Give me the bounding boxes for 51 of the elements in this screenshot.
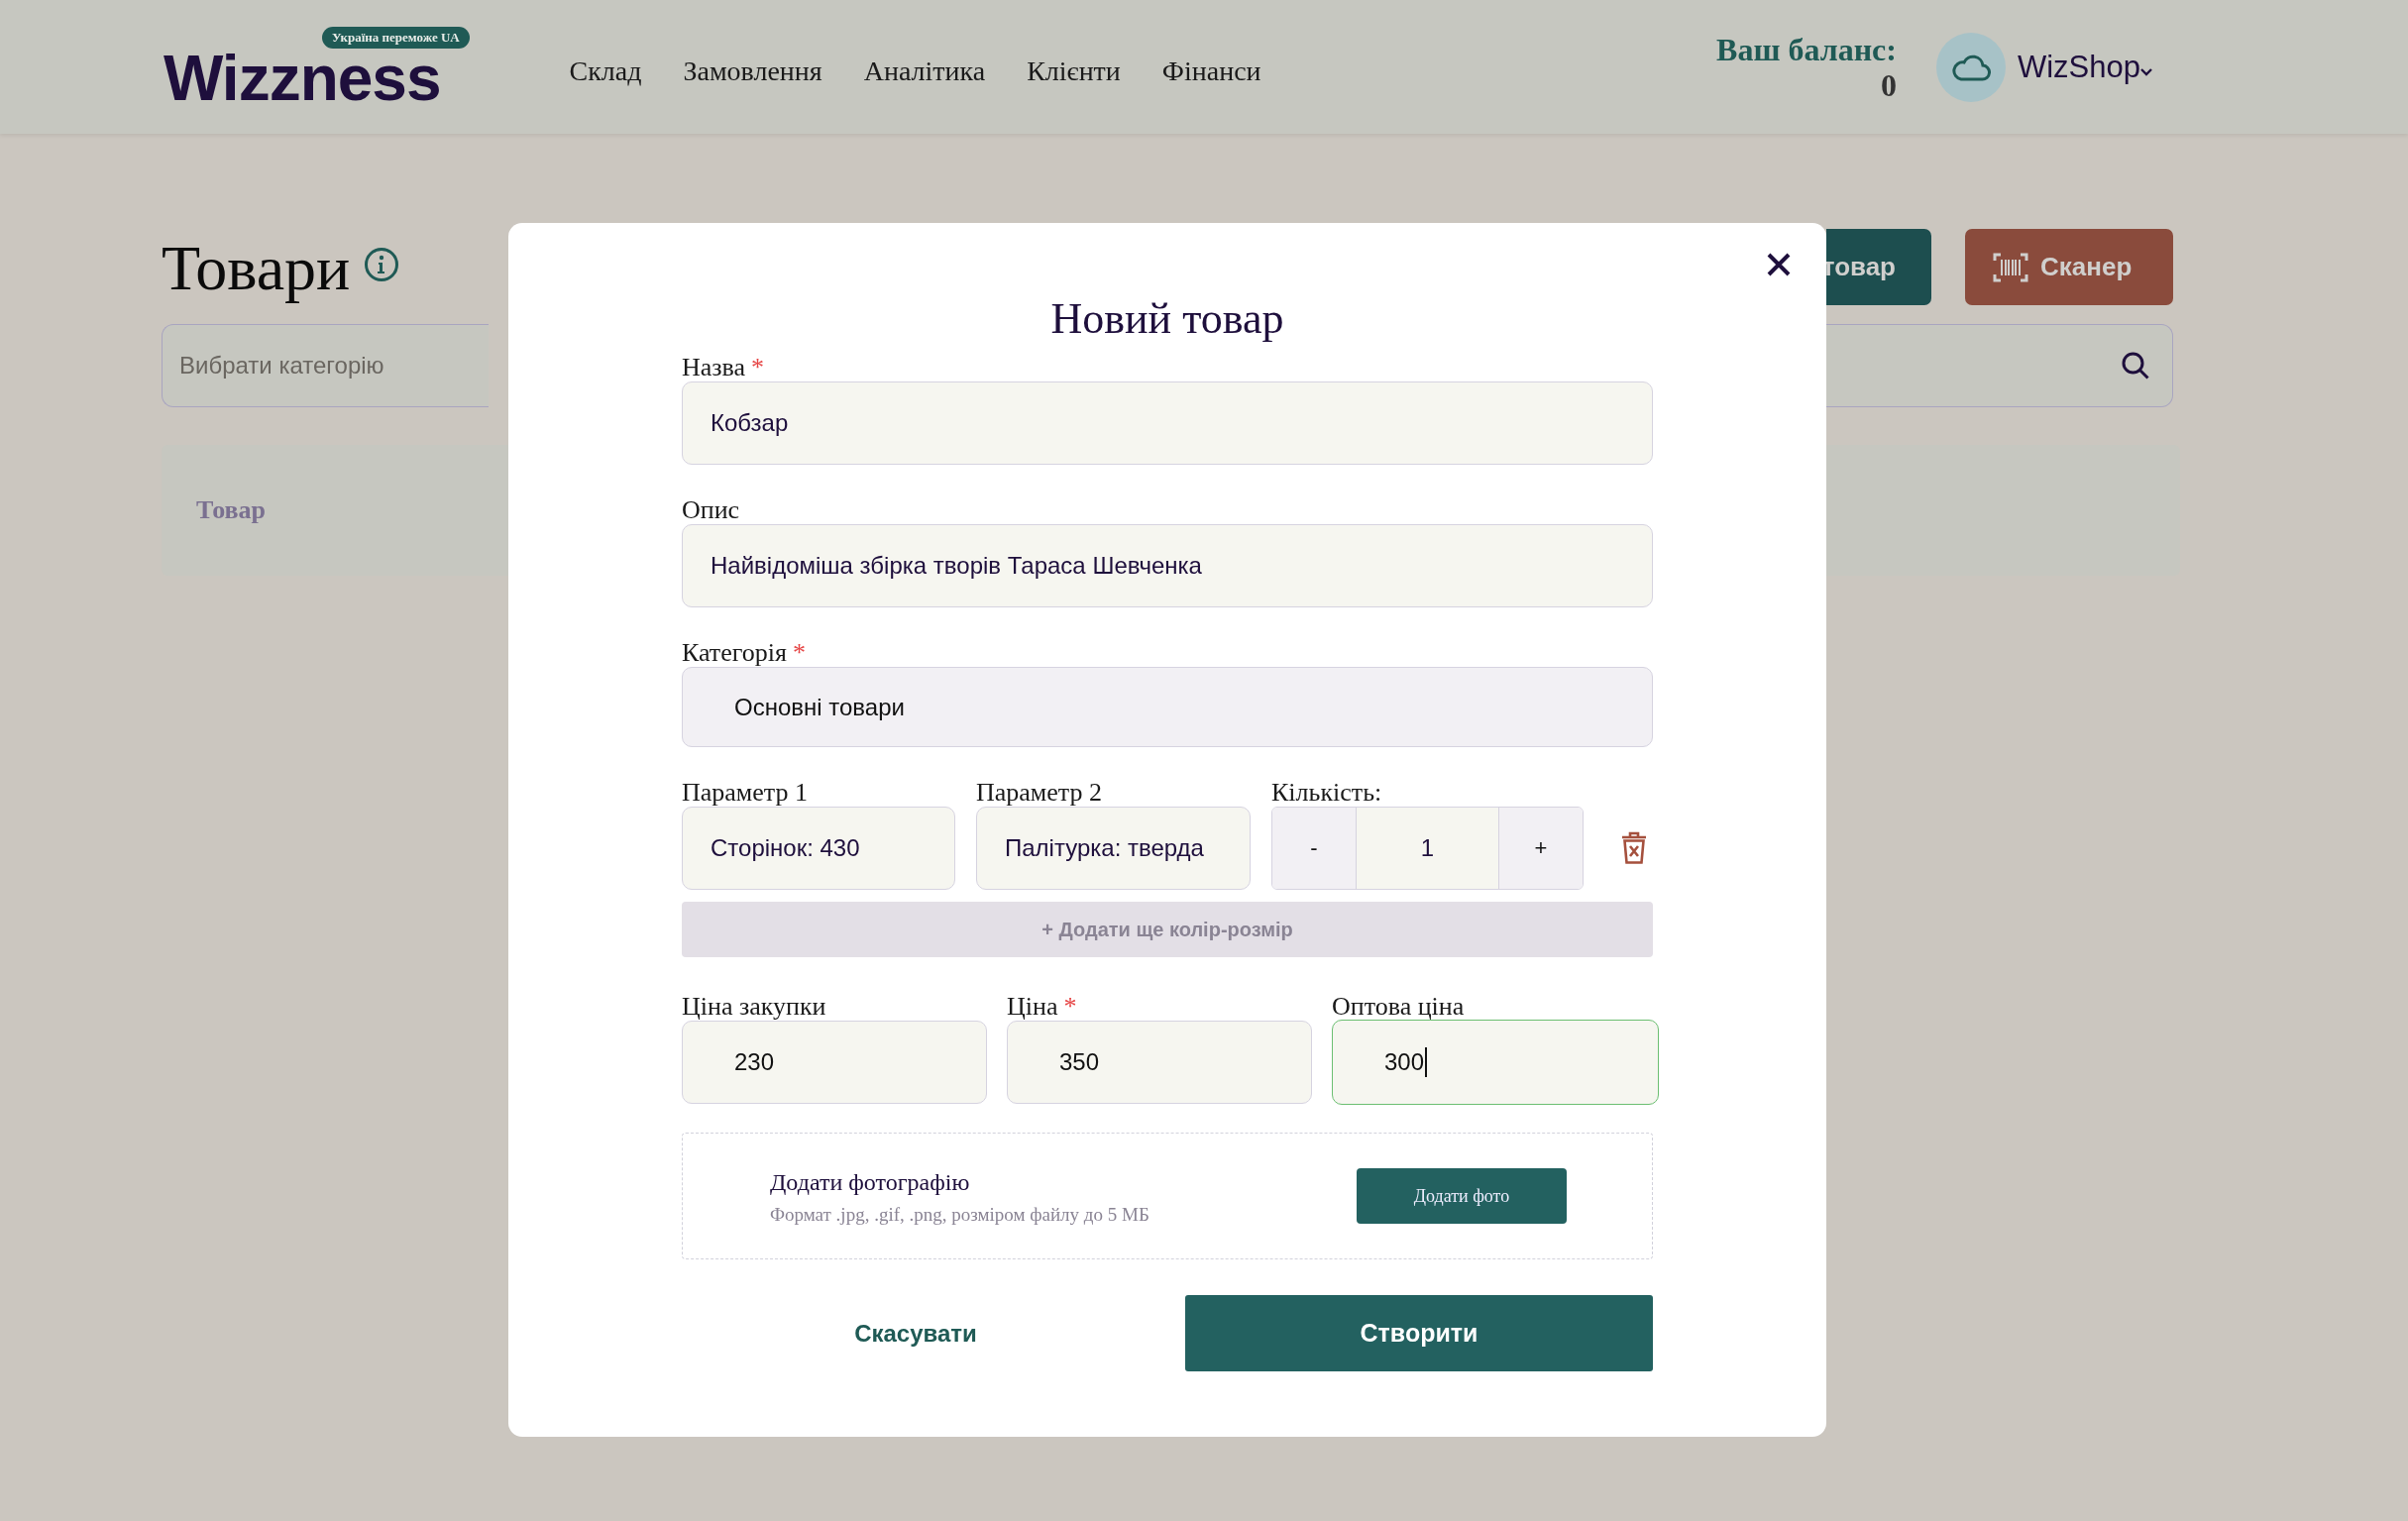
text-field[interactable]: 230	[682, 1021, 987, 1104]
text-field[interactable]: Сторінок: 430	[682, 807, 955, 890]
create-button[interactable]: Створити	[1185, 1295, 1653, 1371]
trash-icon[interactable]	[1621, 831, 1647, 865]
close-button[interactable]	[1767, 253, 1791, 276]
scanner-button[interactable]: Сканер	[1965, 229, 2173, 305]
required-mark: *	[751, 353, 765, 381]
field-label: Ціна	[1007, 992, 1058, 1021]
field-label: Параметр 1	[682, 778, 809, 807]
required-mark: *	[1063, 992, 1077, 1021]
field-label: Опис	[682, 495, 740, 524]
nav-link[interactable]: Фінанси	[1161, 54, 1261, 87]
nav-link[interactable]: Склад	[569, 54, 642, 87]
upload-title: Додати фотографію	[770, 1168, 971, 1196]
decrement-button[interactable]: -	[1272, 808, 1356, 889]
balance-value: 0	[1880, 66, 1897, 103]
search-icon[interactable]	[2121, 351, 2150, 380]
field-label: Оптова ціна	[1332, 992, 1465, 1021]
add-product-button[interactable]: товар	[1826, 229, 1931, 305]
increment-button[interactable]: +	[1499, 808, 1583, 889]
close-icon	[1767, 253, 1791, 276]
field-label: Категорія	[682, 638, 787, 667]
nav-link[interactable]: Клієнти	[1027, 54, 1121, 87]
info-icon[interactable]	[364, 247, 400, 282]
add-photo-button[interactable]: Додати фото	[1357, 1168, 1567, 1224]
field-label: Кількість:	[1271, 778, 1382, 807]
text-field[interactable]: 350	[1007, 1021, 1312, 1104]
page-title: Товари	[162, 232, 351, 305]
nav-link[interactable]: Замовлення	[683, 54, 822, 87]
field-label: Ціна закупки	[682, 992, 826, 1021]
text-field[interactable]: 300	[1332, 1020, 1659, 1105]
logo: Wizzness	[164, 54, 441, 102]
nav-link[interactable]: Аналітика	[863, 54, 986, 87]
text-field[interactable]: Кобзар	[682, 381, 1653, 465]
text-field[interactable]: Палітурка: тверда	[976, 807, 1251, 890]
cancel-button[interactable]: Скасувати	[854, 1295, 977, 1371]
quantity-field[interactable]: 1	[1356, 808, 1499, 889]
required-mark: *	[792, 638, 806, 667]
barcode-icon	[1993, 252, 2028, 282]
text-field[interactable]: Найвідоміша збірка творів Тараса Шевченка	[682, 524, 1653, 607]
account-name[interactable]: WizShop	[2017, 49, 2140, 85]
balance-label: Ваш баланс:	[1716, 31, 1897, 67]
upload-hint: Формат .jpg, .gif, .png, розміром файлу до 5 МБ	[770, 1202, 1150, 1227]
badge: Україна переможе UA	[322, 26, 470, 49]
cloud-icon	[1950, 53, 1991, 81]
field-label: Назва	[682, 353, 746, 381]
select-field[interactable]: Основні товари	[682, 667, 1653, 747]
caret-icon[interactable]	[2140, 67, 2152, 76]
modal-title: Новий товар	[1049, 294, 1285, 344]
field-label: Параметр 2	[976, 778, 1103, 807]
column-header: Товар	[196, 495, 267, 525]
